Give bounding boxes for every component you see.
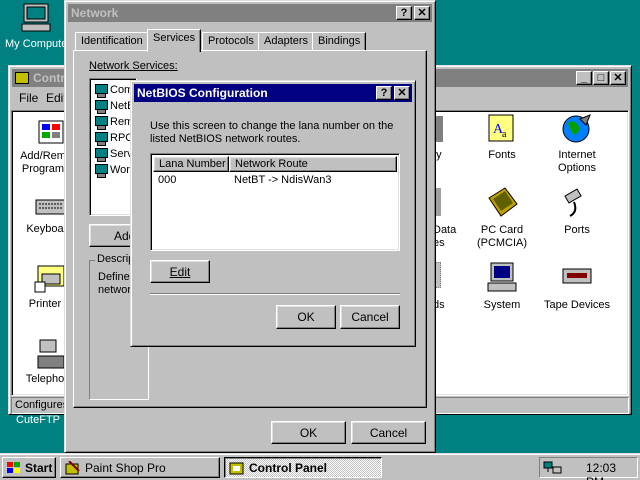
printers-icon (34, 265, 65, 293)
telephony-icon (37, 339, 65, 369)
partial-label-data: Data es (433, 224, 457, 249)
netbios-titlebar[interactable]: NetBIOS Configuration ? ✕ (134, 84, 412, 102)
tab-bindings[interactable]: Bindings (312, 32, 367, 51)
network-cancel-button[interactable]: Cancel (351, 421, 426, 444)
close-button[interactable]: ✕ (394, 86, 410, 100)
maximize-button[interactable]: □ (593, 71, 609, 85)
lana-number-cell: 000 (158, 174, 177, 186)
taskbar-item-control-panel[interactable]: Control Panel (224, 457, 382, 478)
close-button[interactable]: ✕ (414, 6, 430, 20)
service-icon (94, 116, 108, 130)
cuteftp-label: CuteFTP (16, 414, 61, 426)
tab-services[interactable]: Services (147, 29, 202, 52)
tape-devices-item[interactable] (560, 261, 594, 298)
system-icon (487, 262, 517, 292)
ports-item[interactable] (560, 186, 594, 223)
pc-card-label: PC Card (PCMCIA) (476, 224, 528, 249)
network-tray-icon[interactable] (543, 460, 563, 476)
telephony-item[interactable] (34, 338, 68, 375)
list-item[interactable]: RPC (94, 130, 133, 146)
list-item[interactable]: Com (94, 82, 133, 98)
minimize-button[interactable]: _ (576, 71, 592, 85)
system-item[interactable] (485, 261, 519, 298)
service-icon (94, 100, 108, 114)
taskbar-item-paint-shop-pro[interactable]: Paint Shop Pro (60, 457, 220, 478)
my-computer-desktop-icon[interactable] (20, 2, 56, 38)
help-button[interactable]: ? (376, 86, 392, 100)
ports-icon (564, 188, 582, 217)
printers-item[interactable] (34, 264, 68, 297)
netbios-instructions-1: Use this screen to change the lana numbe… (150, 120, 394, 132)
tab-identification[interactable]: Identification (75, 32, 149, 51)
service-icon (94, 84, 108, 98)
lana-route-table[interactable]: Lana Number Network Route 000 NetBT -> N… (150, 153, 400, 251)
network-services-label: Network Services: (89, 60, 178, 72)
menu-file[interactable]: File (19, 91, 38, 105)
separator (150, 293, 400, 295)
windows-logo-icon (7, 461, 20, 473)
tape-devices-icon (562, 268, 592, 284)
internet-options-icon (562, 114, 591, 143)
folder-icon (15, 72, 29, 84)
keyboard-item[interactable] (34, 194, 68, 223)
paint-shop-pro-icon (65, 460, 80, 474)
system-label: System (483, 299, 521, 311)
close-button[interactable]: ✕ (610, 71, 626, 85)
start-button[interactable]: Start (2, 457, 56, 478)
column-header-network-route[interactable]: Network Route (229, 156, 397, 172)
pc-card-icon (488, 187, 518, 217)
network-titlebar[interactable]: Network ? ✕ (68, 4, 432, 22)
netbios-title: NetBIOS Configuration (137, 86, 268, 100)
tab-protocols[interactable]: Protocols (202, 32, 260, 51)
keyboard-icon (35, 199, 67, 215)
system-tray: 12:03 PM (539, 457, 638, 480)
table-header: Lana Number Network Route (153, 156, 397, 172)
service-icon (94, 164, 108, 178)
edit-button[interactable]: Edit (150, 260, 210, 283)
control-panel-icon (229, 462, 244, 474)
network-title: Network (71, 6, 119, 20)
internet-options-item[interactable] (560, 113, 594, 148)
computer-icon (21, 3, 51, 32)
column-header-lana-number[interactable]: Lana Number (153, 156, 229, 172)
netbios-ok-button[interactable]: OK (276, 305, 336, 329)
tab-adapters[interactable]: Adapters (258, 32, 315, 51)
internet-options-label: Internet Options (558, 149, 596, 174)
list-item[interactable]: Serv (94, 146, 133, 162)
netbios-dialog: NetBIOS Configuration ? ✕ Use this scree… (130, 80, 416, 347)
service-icon (94, 148, 108, 162)
network-ok-button[interactable]: OK (271, 421, 346, 444)
network-route-cell: NetBT -> NdisWan3 (234, 174, 332, 186)
fonts-label: Fonts (488, 149, 516, 161)
ports-label: Ports (564, 224, 590, 236)
my-computer-label: My Computer (5, 38, 72, 50)
table-row[interactable]: 000 NetBT -> NdisWan3 (153, 173, 397, 188)
service-icon (94, 132, 108, 146)
netbios-instructions-2: listed NetBIOS network routes. (150, 133, 301, 145)
netbios-cancel-button[interactable]: Cancel (340, 305, 400, 329)
status-text: Configures (15, 399, 69, 411)
svg-text:a: a (502, 129, 507, 140)
list-item[interactable]: Worl (94, 162, 132, 178)
fonts-icon: Aa (488, 114, 514, 142)
pc-card-item[interactable] (485, 186, 519, 223)
fonts-item[interactable]: Aa (485, 113, 519, 148)
list-item[interactable]: NetB (94, 98, 134, 114)
tape-devices-label: Tape Devices (543, 299, 611, 311)
help-button[interactable]: ? (396, 6, 412, 20)
list-item[interactable]: Rem (94, 114, 133, 130)
clock[interactable]: 12:03 PM (586, 461, 637, 480)
